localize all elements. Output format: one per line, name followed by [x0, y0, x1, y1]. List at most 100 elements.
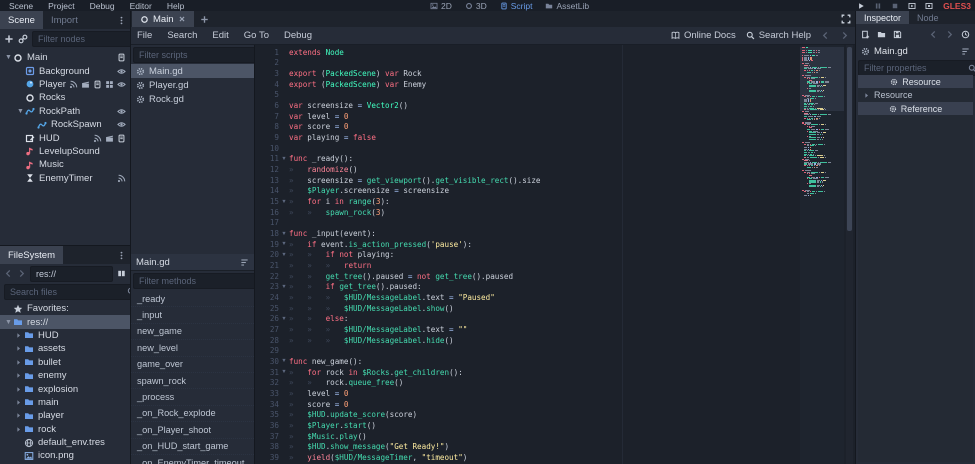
code-line-36[interactable]: 36» $Player.start()	[255, 420, 855, 431]
menubar-menu-debug[interactable]: Debug	[90, 1, 115, 11]
expand-arrow[interactable]: ▼	[4, 54, 13, 61]
code-line-2[interactable]: 2	[255, 58, 855, 69]
code-line-25[interactable]: 25» » » $HUD/MessageLabel.show()	[255, 303, 855, 314]
filter-methods-input[interactable]	[139, 276, 256, 286]
fs-item-hud[interactable]: HUD	[0, 329, 130, 342]
play-button[interactable]	[857, 2, 865, 10]
menubar-menu-scene[interactable]: Scene	[9, 1, 33, 11]
scripts-code-splitter[interactable]	[254, 45, 255, 464]
fs-item-icon-png[interactable]: icon.png	[0, 449, 130, 462]
eye-icon[interactable]	[117, 107, 126, 116]
play-scene-button[interactable]	[908, 2, 916, 10]
code-line-15[interactable]: 15▼» for i in range(3):	[255, 196, 855, 207]
code-line-17[interactable]: 17	[255, 218, 855, 229]
expand-arrow[interactable]	[15, 345, 24, 352]
script-item-rock-gd[interactable]: Rock.gd	[131, 92, 254, 106]
code-line-19[interactable]: 19▼» if event.is_action_pressed('pause')…	[255, 239, 855, 250]
stop-button[interactable]	[891, 2, 899, 10]
mode-3d-button[interactable]: 3D	[465, 1, 487, 11]
close-icon[interactable]	[178, 15, 186, 23]
fold-arrow[interactable]: ▼	[279, 241, 289, 247]
method--ready[interactable]: _ready	[131, 291, 254, 307]
code-line-38[interactable]: 38» $HUD.show_message("Get Ready!")	[255, 441, 855, 452]
fold-arrow[interactable]: ▼	[279, 156, 289, 162]
search-files-input[interactable]	[10, 287, 127, 297]
fs-item-assets[interactable]: assets	[0, 342, 130, 355]
online-docs-button[interactable]: Online Docs	[671, 30, 736, 41]
code-line-32[interactable]: 32» » rock.queue_free()	[255, 377, 855, 388]
expand-arrow[interactable]	[15, 332, 24, 339]
grid-icon[interactable]	[105, 80, 114, 89]
method-game-over[interactable]: game_over	[131, 357, 254, 373]
inspected-object-row[interactable]: Main.gd	[856, 44, 975, 58]
script-menu-go-to[interactable]: Go To	[244, 30, 269, 41]
category-resource[interactable]: Resource	[858, 75, 973, 88]
tab-import[interactable]: Import	[43, 11, 86, 29]
menubar-menu-help[interactable]: Help	[167, 1, 184, 11]
code-line-13[interactable]: 13» screensize = get_viewport().get_visi…	[255, 175, 855, 186]
tab-scene[interactable]: Scene	[0, 11, 43, 29]
history-back-icon[interactable]	[929, 30, 938, 39]
fs-item-explosion[interactable]: explosion	[0, 382, 130, 395]
history-back-icon[interactable]	[821, 31, 830, 40]
method--on-player-shoot[interactable]: _on_Player_shoot	[131, 422, 254, 438]
code-line-31[interactable]: 31▼» for rock in $Rocks.get_children():	[255, 367, 855, 378]
method--on-hud-start-game[interactable]: _on_HUD_start_game	[131, 439, 254, 455]
scene-tab-main[interactable]: Main	[132, 11, 194, 27]
script-item-main-gd[interactable]: Main.gd	[131, 64, 254, 78]
expand-arrow[interactable]	[15, 386, 24, 393]
tab-node[interactable]: Node	[909, 11, 947, 24]
code-line-11[interactable]: 11▼func _ready():	[255, 154, 855, 165]
code-line-22[interactable]: 22» » get_tree().paused = not get_tree()…	[255, 271, 855, 282]
method-new-level[interactable]: new_level	[131, 340, 254, 356]
script-menu-edit[interactable]: Edit	[212, 30, 228, 41]
code-line-7[interactable]: 7var level = 0	[255, 111, 855, 122]
code-line-23[interactable]: 23▼» » if get_tree().paused:	[255, 282, 855, 293]
fold-arrow[interactable]: ▼	[279, 358, 289, 364]
fold-arrow[interactable]: ▼	[279, 316, 289, 322]
script-menu-search[interactable]: Search	[167, 30, 197, 41]
save-resource-icon[interactable]	[893, 30, 902, 39]
mode-script-button[interactable]: Script	[500, 1, 533, 11]
code-scrollbar[interactable]	[846, 45, 853, 464]
mode-2d-button[interactable]: 2D	[430, 1, 452, 11]
code-line-5[interactable]: 5	[255, 90, 855, 101]
filter-scripts-input[interactable]	[139, 50, 256, 60]
script-menu-file[interactable]: File	[137, 30, 152, 41]
renderer-label[interactable]: GLES3	[943, 0, 971, 11]
scene-node-hud[interactable]: HUD	[0, 131, 130, 144]
expand-arrow[interactable]: ▼	[4, 319, 13, 326]
fs-item-player[interactable]: player	[0, 409, 130, 422]
signal-icon[interactable]	[69, 80, 78, 89]
instance-scene-button[interactable]	[18, 34, 28, 44]
code-line-37[interactable]: 37» $Music.play()	[255, 431, 855, 442]
new-resource-icon[interactable]	[861, 30, 870, 39]
dock-menu-icon[interactable]	[117, 251, 126, 260]
method--on-rock-explode[interactable]: _on_Rock_explode	[131, 406, 254, 422]
fs-item-res-[interactable]: ▼res://	[0, 315, 130, 328]
method--input[interactable]: _input	[131, 307, 254, 323]
distraction-free-icon[interactable]	[841, 14, 851, 24]
code-line-35[interactable]: 35» $HUD.update_score(score)	[255, 409, 855, 420]
code-line-34[interactable]: 34» score = 0	[255, 399, 855, 410]
code-line-27[interactable]: 27» » » $HUD/MessageLabel.text = ""	[255, 324, 855, 335]
play-custom-scene-button[interactable]	[925, 2, 933, 10]
fold-arrow[interactable]: ▼	[279, 231, 289, 237]
fold-arrow[interactable]: ▼	[279, 199, 289, 205]
object-menu-icon[interactable]	[961, 47, 970, 56]
history-icon[interactable]	[961, 30, 970, 39]
script-menu-debug[interactable]: Debug	[284, 30, 312, 41]
signal-icon[interactable]	[93, 134, 102, 143]
history-forward-icon[interactable]	[840, 31, 849, 40]
script-icon[interactable]	[117, 53, 126, 62]
fs-item-main[interactable]: main	[0, 396, 130, 409]
clapper-icon[interactable]	[81, 80, 90, 89]
add-node-button[interactable]	[4, 34, 14, 44]
code-editor[interactable]: 1extends Node23export (PackedScene) var …	[255, 45, 855, 464]
method-new-game[interactable]: new_game	[131, 324, 254, 340]
fs-item-default-env-tres[interactable]: default_env.tres	[0, 436, 130, 449]
forward-arrow-icon[interactable]	[17, 269, 26, 278]
sort-methods-icon[interactable]	[240, 258, 249, 267]
fs-item-bullet[interactable]: bullet	[0, 356, 130, 369]
scene-node-music[interactable]: Music	[0, 158, 130, 171]
